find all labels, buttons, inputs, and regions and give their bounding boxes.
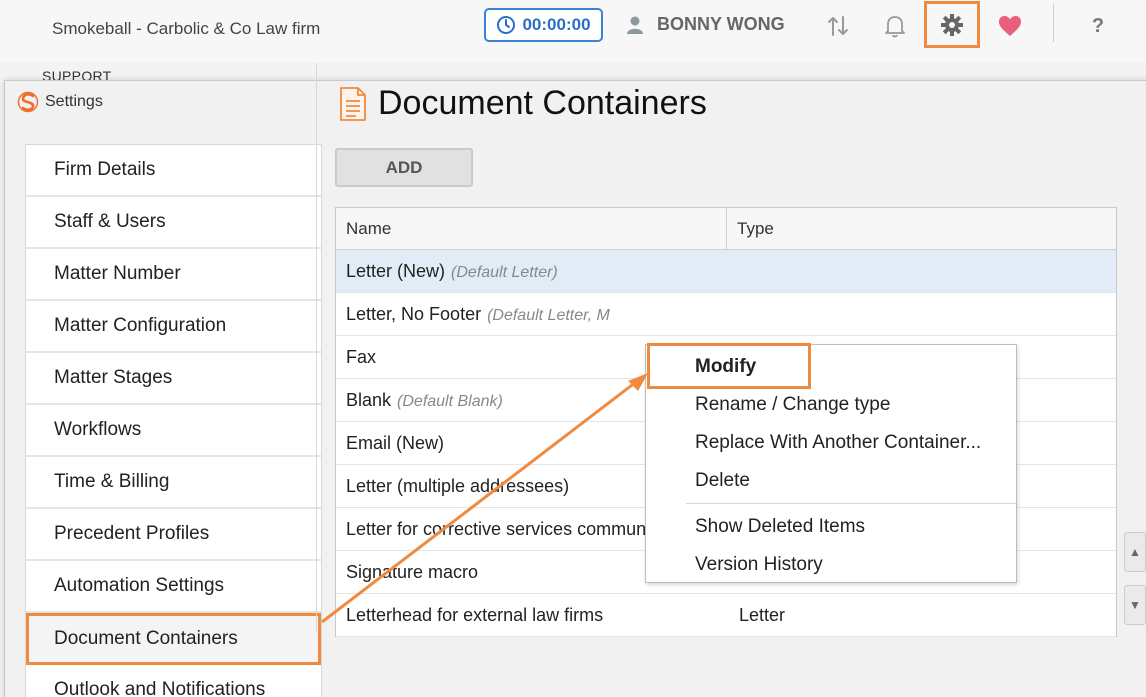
container-name: Letter, No Footer <box>346 303 482 324</box>
scroll-up-button[interactable]: ▲ <box>1124 532 1146 572</box>
nav-item-matter-stages[interactable]: Matter Stages <box>26 353 321 405</box>
page-header: Document Containers <box>338 84 707 123</box>
timer-button[interactable]: 00:00:00 <box>484 8 603 42</box>
menu-item-show-deleted[interactable]: Show Deleted Items <box>646 508 1016 546</box>
scroll-down-button[interactable]: ▼ <box>1124 585 1146 625</box>
heart-icon <box>999 16 1021 36</box>
nav-item-time-billing[interactable]: Time & Billing <box>26 457 321 509</box>
menu-separator <box>686 503 1016 504</box>
nav-item-outlook-notifications[interactable]: Outlook and Notifications <box>26 665 321 697</box>
cell-name: Letterhead for external law firms <box>336 605 727 626</box>
container-name: Fax <box>346 346 377 367</box>
scroll-up-icon: ▲ <box>1129 545 1141 559</box>
nav-item-matter-number[interactable]: Matter Number <box>26 249 321 301</box>
nav-item-automation-settings[interactable]: Automation Settings <box>26 561 321 613</box>
menu-item-version-history[interactable]: Version History <box>646 546 1016 584</box>
notifications-button[interactable] <box>875 8 915 44</box>
user-name: BONNY WONG <box>657 14 785 34</box>
user-icon <box>627 16 643 34</box>
default-note: (Default Blank) <box>397 392 503 410</box>
nav-item-precedent-profiles[interactable]: Precedent Profiles <box>26 509 321 561</box>
scroll-down-icon: ▼ <box>1129 598 1141 612</box>
help-button[interactable]: ? <box>1078 8 1118 44</box>
toolbar-divider <box>1053 4 1054 42</box>
nav-item-document-containers[interactable]: Document Containers <box>26 613 321 665</box>
document-icon <box>340 86 366 121</box>
page-title: Document Containers <box>378 84 707 122</box>
settings-nav: Firm Details Staff & Users Matter Number… <box>25 144 322 697</box>
add-button[interactable]: ADD <box>335 148 473 187</box>
favorites-button[interactable] <box>990 8 1030 44</box>
default-note: (Default Letter, M <box>487 306 610 324</box>
clock-icon <box>497 16 516 34</box>
table-row[interactable]: Letterhead for external law firms Letter <box>336 594 1116 637</box>
sync-arrows-icon <box>828 16 848 36</box>
gear-icon <box>941 13 963 36</box>
context-menu: Modify Rename / Change type Replace With… <box>645 344 1017 583</box>
nav-item-staff-users[interactable]: Staff & Users <box>26 197 321 249</box>
table-header: Name Type <box>336 208 1116 250</box>
table-row[interactable]: Letter (New) (Default Letter) <box>336 250 1116 293</box>
column-header-type[interactable]: Type <box>727 208 1116 249</box>
table-row[interactable]: Letter, No Footer (Default Letter, M <box>336 293 1116 336</box>
settings-button[interactable] <box>924 1 980 48</box>
nav-item-firm-details[interactable]: Firm Details <box>26 145 321 197</box>
content-divider <box>316 63 317 633</box>
menu-item-rename[interactable]: Rename / Change type <box>646 386 1016 424</box>
container-name: Letterhead for external law firms <box>346 604 604 625</box>
nav-item-matter-configuration[interactable]: Matter Configuration <box>26 301 321 353</box>
menu-item-delete[interactable]: Delete <box>646 462 1016 500</box>
top-bar: Smokeball - Carbolic & Co Law firm 00:00… <box>0 0 1146 62</box>
cell-name: Letter, No Footer (Default Letter, M <box>336 304 727 325</box>
container-name: Blank <box>346 389 392 410</box>
cell-type: Letter <box>739 604 786 625</box>
smokeball-logo-icon <box>17 91 39 113</box>
default-note: (Default Letter) <box>451 263 558 281</box>
cell-name: Letter (New) (Default Letter) <box>336 261 727 282</box>
timer-value: 00:00:00 <box>522 15 591 34</box>
user-menu[interactable]: BONNY WONG <box>625 14 785 35</box>
window-title: Settings <box>45 93 103 110</box>
column-header-name[interactable]: Name <box>336 208 727 249</box>
container-name: Letter (New) <box>346 260 446 281</box>
nav-item-workflows[interactable]: Workflows <box>26 405 321 457</box>
app-title: Smokeball - Carbolic & Co Law firm <box>52 19 321 38</box>
menu-item-replace[interactable]: Replace With Another Container... <box>646 424 1016 462</box>
container-name: Letter (multiple addressees) <box>346 475 570 496</box>
sync-button[interactable] <box>818 8 858 44</box>
container-name: Signature macro <box>346 561 479 582</box>
menu-item-modify[interactable]: Modify <box>646 348 1016 386</box>
window-title-bar: Settings <box>17 91 103 113</box>
container-name: Email (New) <box>346 432 445 453</box>
bell-icon <box>885 16 905 38</box>
